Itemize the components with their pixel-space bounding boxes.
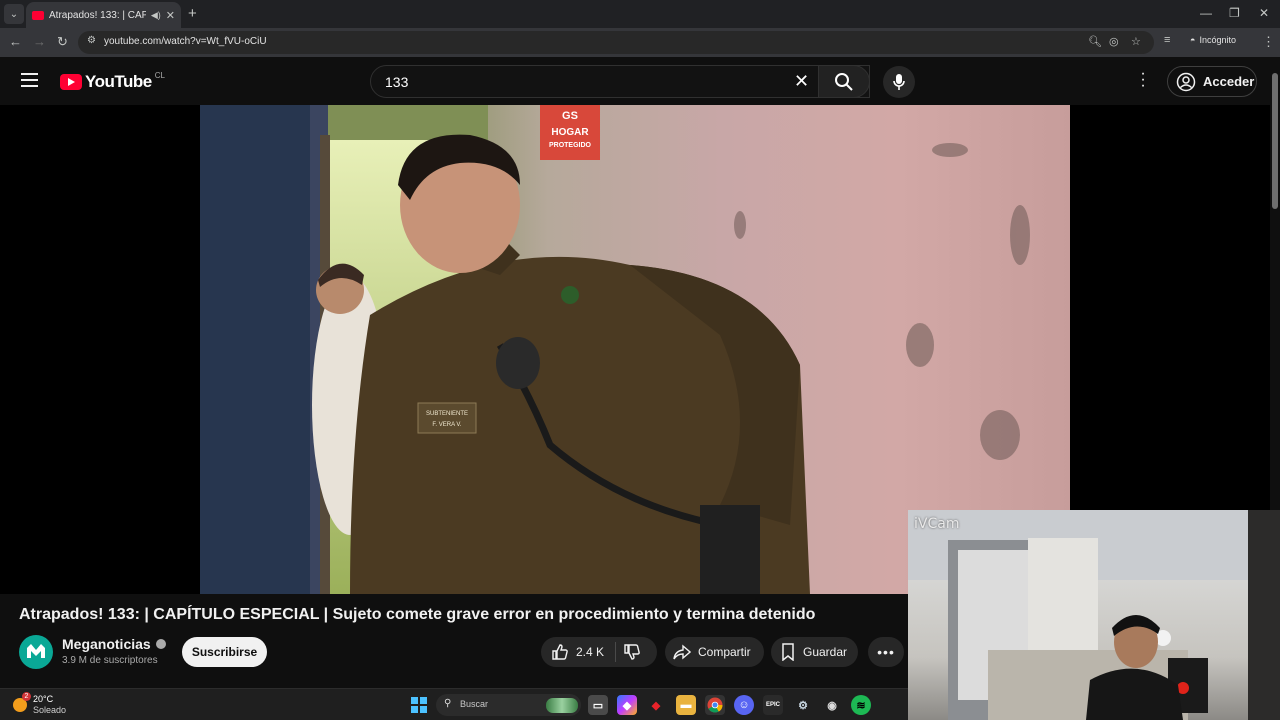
eye-off-icon[interactable]: ◎ (1109, 35, 1119, 48)
reload-icon[interactable]: ↻ (57, 34, 68, 50)
browser-toolbar: ← → ↻ ⚙ youtube.com/watch?v=Wt_fVU-oCiU … (0, 28, 1280, 57)
badge-text-2: F. VERA V. (432, 422, 461, 428)
weather-temp[interactable]: 20°C (33, 694, 53, 704)
settings-more-icon[interactable]: · · · (1138, 66, 1148, 94)
chrome-icon[interactable] (705, 695, 725, 715)
youtube-header: YouTube CL 133 ✕ · · · Acceder (0, 57, 1270, 105)
signin-label: Acceder (1203, 74, 1255, 89)
webcam-feed-image (908, 510, 1280, 720)
url-text[interactable]: youtube.com/watch?v=Wt_fVU-oCiU (104, 36, 267, 47)
bookmark-icon (782, 643, 794, 661)
search-query[interactable]: 133 (385, 74, 408, 90)
youtube-play-icon (60, 74, 82, 90)
incognito-label: Incógnito (1199, 35, 1236, 45)
youtube-wordmark: YouTube (85, 72, 152, 91)
epic-games-icon[interactable]: EPIC (763, 695, 783, 715)
new-tab-button[interactable]: + (188, 5, 197, 22)
address-bar[interactable]: ⚙ youtube.com/watch?v=Wt_fVU-oCiU 🔍︎ ◎ ☆ (78, 31, 1154, 54)
subscriber-count: 3.9 M de suscriptores (62, 655, 158, 666)
spotify-icon[interactable]: ≋ (851, 695, 871, 715)
country-code: CL (154, 70, 165, 80)
incognito-indicator[interactable]: ◓ Incógnito (1190, 35, 1236, 45)
red-app-icon[interactable]: ◆ (646, 695, 666, 715)
site-info-icon[interactable]: ⚙ (87, 35, 96, 46)
scrollbar-thumb[interactable] (1272, 73, 1278, 209)
like-dislike-group: 2.4 K (541, 637, 657, 667)
media-controls-icon[interactable]: ≡ (1164, 34, 1170, 46)
youtube-favicon-icon (32, 10, 44, 20)
save-label: Guardar (803, 645, 848, 659)
chrome-logo-icon (707, 697, 723, 713)
speaker-icon[interactable]: ◀) (151, 10, 161, 21)
menu-icon[interactable] (21, 73, 38, 87)
sign-text-1: HOGAR (551, 127, 589, 138)
webcam-overlay: iVCam (908, 510, 1280, 720)
close-window-icon[interactable]: ✕ (1259, 6, 1269, 20)
channel-avatar[interactable] (19, 635, 53, 669)
account-icon (1176, 72, 1196, 91)
discord-icon[interactable]: ☺ (734, 695, 754, 715)
search-highlight-icon (546, 698, 578, 713)
search-icon (835, 72, 853, 91)
verified-icon (155, 639, 166, 649)
clear-search-icon[interactable]: ✕ (794, 71, 809, 92)
like-icon[interactable] (551, 643, 569, 661)
incognito-icon: ◓ (1190, 35, 1196, 45)
channel-name-link[interactable]: Meganoticias (62, 636, 166, 652)
tab-close-icon[interactable]: ✕ (166, 9, 175, 22)
windows-taskbar: 2 20°C Soleado ⚲ Buscar ▭ ◆ ◆ ▬ ☺ EPIC ⚙… (0, 688, 908, 720)
signin-button[interactable]: Acceder (1167, 66, 1257, 97)
microphone-icon (893, 74, 905, 90)
obs-icon[interactable]: ◉ (822, 695, 842, 715)
tab-title: Atrapados! 133: | CAPÍTULO (49, 9, 146, 21)
minimize-icon[interactable]: — (1200, 6, 1212, 20)
video-title: Atrapados! 133: | CAPÍTULO ESPECIAL | Su… (19, 606, 816, 623)
bookmark-star-icon[interactable]: ☆ (1131, 35, 1141, 48)
file-explorer-icon[interactable]: ▬ (676, 695, 696, 715)
steam-icon[interactable]: ⚙ (793, 695, 813, 715)
taskbar-search-placeholder: Buscar (460, 699, 489, 709)
sign-number: GS (562, 110, 578, 122)
back-icon[interactable]: ← (9, 34, 22, 49)
task-view-icon[interactable]: ▭ (588, 695, 608, 715)
copilot-icon[interactable]: ◆ (617, 695, 637, 715)
forward-icon[interactable]: → (33, 34, 46, 49)
youtube-logo[interactable]: YouTube CL (60, 70, 165, 92)
browser-tab-active[interactable]: Atrapados! 133: | CAPÍTULO ◀) ✕ (26, 2, 181, 28)
subscribe-button[interactable]: Suscribirse (182, 637, 267, 667)
like-count[interactable]: 2.4 K (576, 645, 604, 659)
badge-text-1: SUBTENIENTE (426, 411, 468, 417)
sign-text-2: PROTEGIDO (549, 142, 592, 149)
share-label: Compartir (698, 645, 751, 659)
voice-search-button[interactable] (883, 66, 915, 98)
zoom-icon[interactable]: 🔍︎ (1088, 35, 1102, 48)
search-icon: ⚲ (444, 698, 452, 709)
share-icon (673, 644, 691, 660)
weather-condition[interactable]: Soleado (33, 705, 66, 715)
search-button[interactable] (818, 65, 870, 98)
dislike-icon[interactable] (623, 643, 641, 661)
weather-badge: 2 (22, 692, 31, 701)
more-actions-icon[interactable]: ••• (868, 637, 904, 667)
like-divider (615, 642, 617, 662)
meganoticias-logo-icon (27, 644, 45, 658)
channel-name: Meganoticias (62, 636, 151, 652)
share-button[interactable]: Compartir (665, 637, 764, 667)
windows-start-icon[interactable] (411, 697, 427, 713)
save-button[interactable]: Guardar (771, 637, 858, 667)
browser-tab-strip: ⌄ Atrapados! 133: | CAPÍTULO ◀) ✕ + — ❐ … (0, 0, 1280, 28)
tab-search-button[interactable]: ⌄ (4, 4, 24, 24)
chrome-menu-icon[interactable]: ⋮ (1262, 34, 1275, 50)
taskbar-search-input[interactable]: ⚲ Buscar (436, 694, 581, 716)
restore-icon[interactable]: ❐ (1229, 6, 1240, 20)
search-input[interactable]: 133 ✕ (370, 65, 870, 98)
webcam-label: iVCam (914, 516, 960, 532)
